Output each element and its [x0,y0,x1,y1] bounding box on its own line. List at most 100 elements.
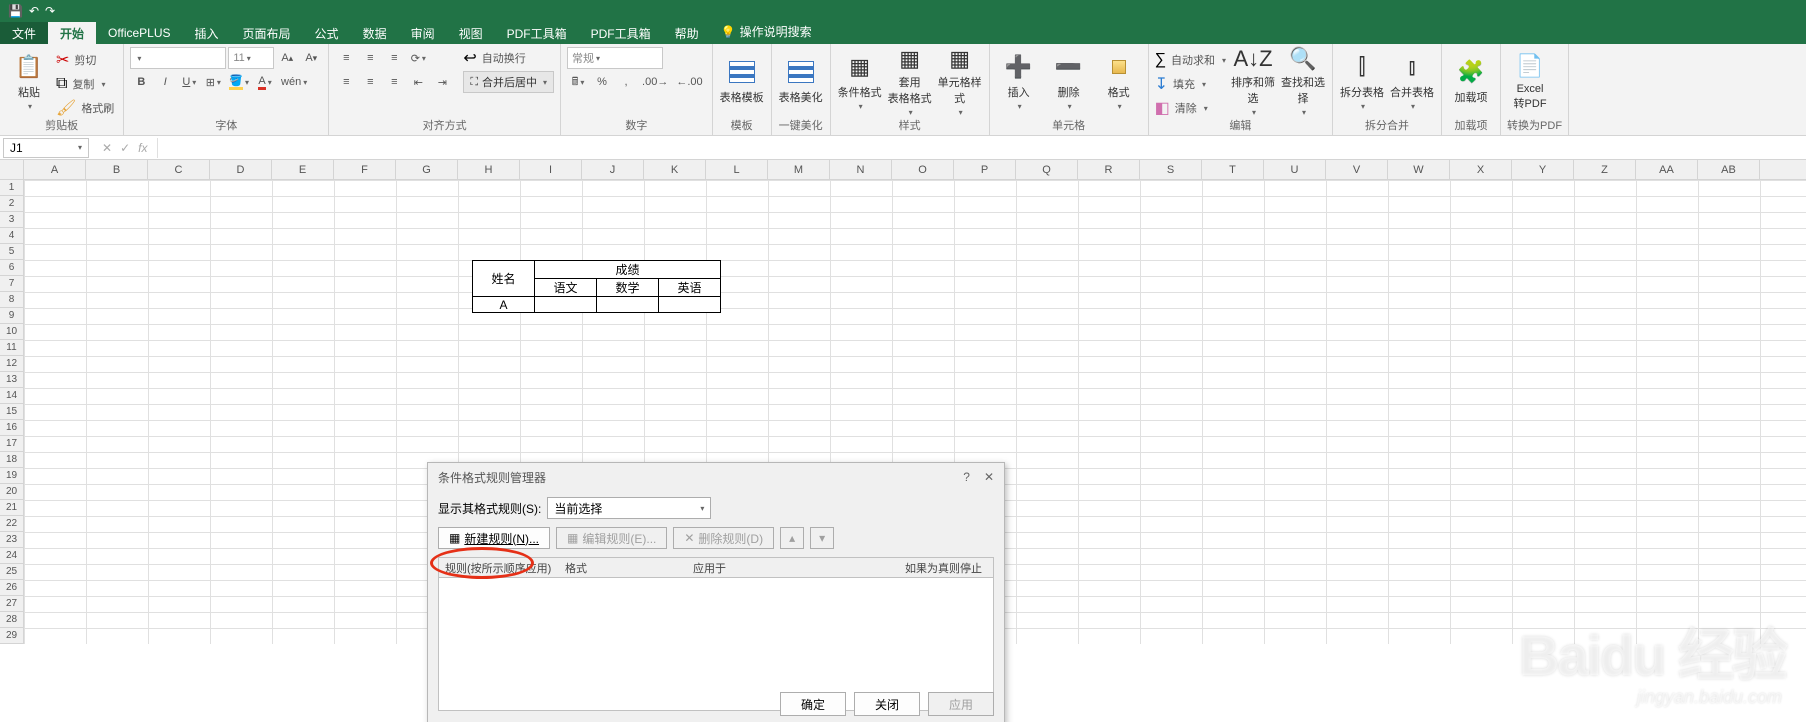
column-header[interactable]: V [1326,160,1388,179]
tab-help[interactable]: 帮助 [663,22,711,44]
fx-icon[interactable]: fx [138,141,147,155]
column-header[interactable]: U [1264,160,1326,179]
tab-insert[interactable]: 插入 [183,22,231,44]
format-table-button[interactable]: ▦ 套用 表格格式▾ [887,47,933,115]
format-cells-button[interactable]: 格式▾ [1096,47,1142,115]
column-header[interactable]: P [954,160,1016,179]
row-header[interactable]: 28 [0,612,24,628]
column-header[interactable]: G [396,160,458,179]
delete-cells-button[interactable]: ➖ 删除▾ [1046,47,1092,115]
grow-font-button[interactable]: A▴ [276,47,298,69]
move-up-button[interactable]: ▴ [780,527,804,549]
tab-file[interactable]: 文件 [0,22,48,44]
edit-rule-button[interactable]: ▦ 编辑规则(E)... [556,527,667,549]
delete-rule-button[interactable]: ✕ 删除规则(D) [673,527,774,549]
find-select-button[interactable]: 🔍 查找和选择▾ [1280,47,1326,115]
table-template-button[interactable]: 表格模板 [719,47,765,115]
comma-button[interactable]: , [615,71,637,93]
inc-decimal-button[interactable]: .00→ [639,71,671,93]
spreadsheet-grid[interactable]: ABCDEFGHIJKLMNOPQRSTUVWXYZAAAB 123456789… [0,160,1806,722]
dec-decimal-button[interactable]: ←.00 [673,71,705,93]
column-header[interactable]: H [458,160,520,179]
font-color-button[interactable]: A▾ [254,71,276,93]
align-middle[interactable]: ≡ [359,47,381,69]
row-header[interactable]: 26 [0,580,24,596]
close-icon[interactable]: ✕ [984,470,994,484]
row-header[interactable]: 19 [0,468,24,484]
row-header[interactable]: 1 [0,180,24,196]
shrink-font-button[interactable]: A▾ [300,47,322,69]
column-header[interactable]: E [272,160,334,179]
fill-color-button[interactable]: 🪣▾ [226,71,252,93]
column-header[interactable]: S [1140,160,1202,179]
tab-view[interactable]: 视图 [447,22,495,44]
column-header[interactable]: C [148,160,210,179]
wrap-text-button[interactable]: 自动换行 [479,47,529,69]
currency-button[interactable]: 🖩▾ [567,71,589,93]
name-box[interactable]: J1 ▾ [3,138,89,158]
row-header[interactable]: 13 [0,372,24,388]
font-name-combo[interactable]: ▾ [130,47,226,69]
redo-icon[interactable]: ↷ [45,4,55,18]
addin-button[interactable]: 🧩 加载项 [1448,47,1494,115]
row-header[interactable]: 21 [0,500,24,516]
orientation[interactable]: ⟳▾ [407,47,429,69]
excel-to-pdf-button[interactable]: 📄 Excel 转PDF [1507,47,1553,115]
align-center[interactable]: ≡ [359,71,381,93]
row-header[interactable]: 12 [0,356,24,372]
indent-dec[interactable]: ⇤ [407,71,429,93]
font-size-combo[interactable]: 11▾ [228,47,274,69]
fill-button[interactable]: 填充 [1170,73,1198,95]
indent-inc[interactable]: ⇥ [431,71,453,93]
column-header[interactable]: Q [1016,160,1078,179]
row-header[interactable]: 10 [0,324,24,340]
rules-list[interactable] [438,577,994,711]
sort-filter-button[interactable]: A↓Z 排序和筛选▾ [1230,47,1276,115]
row-header[interactable]: 14 [0,388,24,404]
row-header[interactable]: 2 [0,196,24,212]
tab-officeplus[interactable]: OfficePLUS [96,22,182,44]
clear-button[interactable]: 清除 [1172,97,1200,119]
apply-button[interactable]: 应用 [928,692,994,716]
row-header[interactable]: 22 [0,516,24,532]
tab-home[interactable]: 开始 [48,22,96,44]
column-header[interactable]: B [86,160,148,179]
column-header[interactable]: D [210,160,272,179]
column-header[interactable]: I [520,160,582,179]
bold-button[interactable]: B [130,71,152,93]
tab-pdf1[interactable]: PDF工具箱 [495,22,579,44]
align-bottom[interactable]: ≡ [383,47,405,69]
row-header[interactable]: 25 [0,564,24,580]
merge-center-button[interactable]: ⛶ 合并后居中 ▾ [463,71,554,93]
row-header[interactable]: 18 [0,452,24,468]
new-rule-button[interactable]: ▦ 新建规则(N)... [438,527,550,549]
cell-styles-button[interactable]: ▦ 单元格样式▾ [937,47,983,115]
row-header[interactable]: 29 [0,628,24,644]
column-header[interactable]: L [706,160,768,179]
column-header[interactable]: W [1388,160,1450,179]
column-header[interactable]: X [1450,160,1512,179]
align-right[interactable]: ≡ [383,71,405,93]
phonetic-button[interactable]: wén▾ [278,71,310,93]
row-header[interactable]: 9 [0,308,24,324]
tab-review[interactable]: 审阅 [399,22,447,44]
close-button[interactable]: 关闭 [854,692,920,716]
row-header[interactable]: 5 [0,244,24,260]
tab-pdf2[interactable]: PDF工具箱 [579,22,663,44]
row-header[interactable]: 16 [0,420,24,436]
column-header[interactable]: F [334,160,396,179]
column-header[interactable]: Y [1512,160,1574,179]
column-header[interactable]: A [24,160,86,179]
row-header[interactable]: 4 [0,228,24,244]
row-header[interactable]: 11 [0,340,24,356]
ok-button[interactable]: 确定 [780,692,846,716]
percent-button[interactable]: % [591,71,613,93]
table-cell[interactable] [597,297,659,313]
tab-formulas[interactable]: 公式 [303,22,351,44]
row-header[interactable]: 6 [0,260,24,276]
row-header[interactable]: 20 [0,484,24,500]
tab-layout[interactable]: 页面布局 [231,22,303,44]
column-header[interactable]: AA [1636,160,1698,179]
select-all-corner[interactable] [0,160,24,179]
insert-cells-button[interactable]: ➕ 插入▾ [996,47,1042,115]
